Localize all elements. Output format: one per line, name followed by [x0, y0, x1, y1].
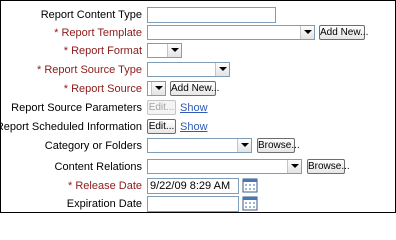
content-relations-row: Content Relations Browse...	[1, 159, 395, 175]
report-source-type-select[interactable]	[147, 62, 230, 77]
report-source-parameters-show-link[interactable]: Show	[180, 100, 208, 116]
report-source-type-row: * Report Source Type	[1, 62, 395, 78]
expiration-date-label: Expiration Date	[66, 198, 142, 210]
calendar-icon[interactable]	[242, 178, 258, 193]
category-or-folders-browse-button[interactable]: Browse...	[257, 138, 300, 153]
report-source-label: * Report Source	[63, 83, 142, 95]
chevron-down-icon	[215, 63, 229, 76]
report-source-parameters-row: Report Source Parameters Edit... Show	[1, 100, 395, 116]
report-source-add-new-button[interactable]: Add New...	[170, 81, 219, 96]
category-or-folders-row: Category or Folders Browse...	[1, 138, 395, 154]
chevron-down-icon	[167, 44, 181, 57]
report-scheduled-information-label: Report Scheduled Information	[0, 121, 142, 133]
calendar-icon[interactable]	[242, 196, 258, 211]
report-format-select[interactable]	[147, 43, 182, 58]
report-template-label: * Report Template	[54, 27, 142, 39]
report-source-select[interactable]	[147, 81, 166, 96]
chevron-down-icon	[151, 82, 165, 95]
release-date-label: * Release Date	[68, 180, 142, 192]
report-source-row: * Report Source Add New...	[1, 81, 395, 97]
chevron-down-icon	[287, 160, 301, 173]
content-relations-browse-button[interactable]: Browse...	[307, 159, 350, 174]
content-relations-label: Content Relations	[54, 161, 142, 173]
expiration-date-row: Expiration Date	[1, 196, 395, 212]
report-format-label: * Report Format	[63, 45, 142, 57]
category-or-folders-label: Category or Folders	[44, 140, 142, 152]
category-or-folders-select[interactable]	[147, 138, 252, 153]
report-properties-form: Report Content Type * Report Template Ad…	[0, 0, 396, 213]
report-source-type-label: * Report Source Type	[37, 64, 142, 76]
report-scheduled-information-edit-button[interactable]: Edit...	[147, 119, 176, 134]
report-source-parameters-label: Report Source Parameters	[11, 102, 142, 114]
report-template-row: * Report Template Add New...	[1, 25, 395, 41]
report-scheduled-information-row: Report Scheduled Information Edit... Sho…	[0, 119, 395, 135]
report-template-add-new-button[interactable]: Add New...	[319, 25, 368, 40]
expiration-date-input[interactable]	[147, 196, 239, 212]
report-content-type-row: Report Content Type	[1, 7, 395, 23]
report-template-select[interactable]	[147, 25, 315, 40]
content-relations-select[interactable]	[147, 159, 302, 174]
report-content-type-input[interactable]	[147, 7, 276, 23]
release-date-row: * Release Date 9/22/09 8:29 AM	[1, 178, 395, 194]
release-date-input[interactable]: 9/22/09 8:29 AM	[147, 178, 239, 194]
chevron-down-icon	[237, 139, 251, 152]
report-source-parameters-edit-button[interactable]: Edit...	[147, 100, 176, 115]
report-scheduled-information-show-link[interactable]: Show	[180, 119, 208, 135]
report-format-row: * Report Format	[1, 43, 395, 59]
chevron-down-icon	[300, 26, 314, 39]
report-content-type-label: Report Content Type	[40, 9, 142, 21]
